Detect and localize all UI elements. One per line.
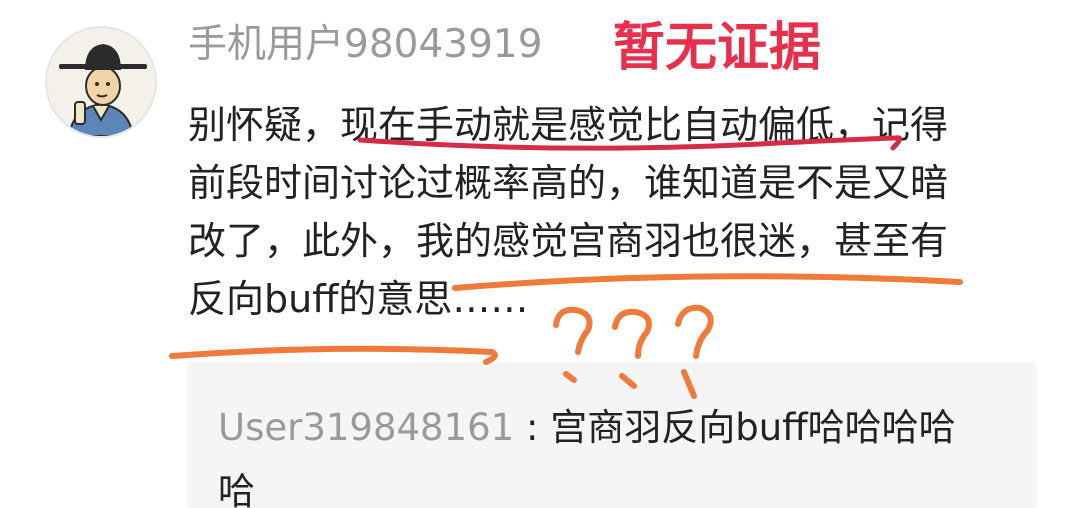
orange-underline-mark [169, 345, 498, 365]
reply-text: User319848161 : 宫商羽反向buff哈哈哈哈 哈 [218, 396, 1018, 508]
comment-line: 改了，此外，我的感觉宫商羽也很迷，甚至有 [188, 219, 949, 263]
user-avatar[interactable] [45, 26, 157, 138]
scholar-avatar-icon [47, 28, 155, 136]
reply-content: 宫商羽反向buff哈哈哈哈 [550, 406, 956, 449]
comment-body: 别怀疑，现在手动就是感觉比自动偏低，记得 前段时间讨论过概率高的，谁知道是不是又… [188, 96, 1048, 328]
reply-box[interactable]: User319848161 : 宫商羽反向buff哈哈哈哈 哈 [187, 362, 1037, 508]
reply-username[interactable]: User319848161 [218, 406, 514, 449]
comment-username[interactable]: 手机用户98043919 [188, 20, 543, 70]
comment-screenshot: 手机用户98043919 暂无证据 别怀疑，现在手动就是感觉比自动偏低，记得 前… [0, 0, 1080, 508]
reply-separator: : [514, 406, 551, 449]
reply-line: 哈 [218, 470, 255, 508]
reply-line: User319848161 : 宫商羽反向buff哈哈哈哈 [218, 396, 1018, 460]
annotation-label: 暂无证据 [613, 18, 822, 78]
comment-line: 反向buff的意思…… [188, 277, 529, 321]
comment-line: 前段时间讨论过概率高的，谁知道是不是又暗 [188, 161, 949, 205]
comment-line: 别怀疑，现在手动就是感觉比自动偏低，记得 [188, 103, 949, 147]
